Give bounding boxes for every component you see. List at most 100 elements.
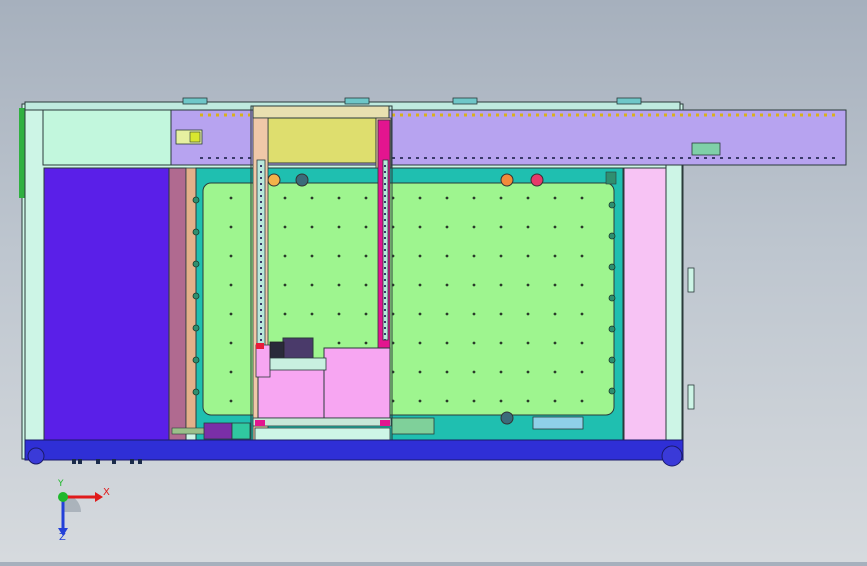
bed-hole (310, 254, 314, 258)
bed-hole (364, 312, 368, 316)
base-bolt (138, 459, 142, 464)
bed-hole (445, 196, 449, 200)
bed-hole (499, 312, 503, 316)
bed-screw (608, 294, 616, 302)
orientation-triad[interactable]: X Y Z (40, 479, 120, 550)
bed-hole (526, 225, 530, 229)
bed-hole (526, 283, 530, 287)
bed-hole (445, 341, 449, 345)
bed-hole (283, 254, 287, 258)
bed-hole (337, 196, 341, 200)
x-axis-motor-coupler (231, 422, 251, 440)
bed-hole (229, 283, 233, 287)
bed-screw (192, 260, 200, 268)
base-foot-right (661, 445, 683, 467)
bed-hole (445, 254, 449, 258)
bed-hole (445, 283, 449, 287)
bed-hole (553, 225, 557, 229)
base-bolt (96, 459, 100, 464)
bed-hole (310, 225, 314, 229)
bed-clamp-right-top (605, 171, 617, 185)
bed-hole (229, 225, 233, 229)
beam-sensor-left-inner (189, 131, 201, 143)
beam-sensor-right (691, 142, 721, 156)
bed-hole (310, 283, 314, 287)
triad-z-label: Z (59, 532, 66, 543)
bed-hole (283, 283, 287, 287)
carriage-top-cap (252, 105, 390, 119)
bed-hole (445, 399, 449, 403)
cad-viewport[interactable]: X Y Z (0, 0, 867, 562)
bed-bottom-roller (500, 411, 514, 425)
triad-y-label: Y (58, 479, 64, 489)
bed-screw (608, 201, 616, 209)
tool-head-side (323, 347, 391, 419)
x-axis-motor (203, 422, 233, 440)
top-block-3 (452, 97, 478, 105)
bed-hole (472, 312, 476, 316)
bed-hole (553, 283, 557, 287)
bed-hole (526, 399, 530, 403)
bed-hole (229, 341, 233, 345)
bed-screw (608, 263, 616, 271)
bed-screw (608, 356, 616, 364)
bed-screw (608, 387, 616, 395)
bed-hole (580, 254, 584, 258)
bed-hole (445, 225, 449, 229)
bed-screw (192, 196, 200, 204)
bed-hole (526, 312, 530, 316)
bed-hole (580, 196, 584, 200)
bed-hole (499, 225, 503, 229)
bed-hole (553, 341, 557, 345)
bed-hole (580, 341, 584, 345)
bed-hole (337, 283, 341, 287)
bed-hole (364, 341, 368, 345)
bed-hole (472, 370, 476, 374)
bed-hole (580, 370, 584, 374)
tool-head-plate (269, 357, 327, 371)
base-bolt (112, 459, 116, 464)
carriage-foot-right (380, 420, 390, 426)
triad-y-axis (58, 492, 68, 502)
bed-hole (337, 341, 341, 345)
bed-hole (364, 254, 368, 258)
bed-hole (526, 341, 530, 345)
bed-hole (580, 312, 584, 316)
bed-hole (229, 399, 233, 403)
bed-hole (472, 225, 476, 229)
bed-hole (472, 399, 476, 403)
bed-screw (608, 325, 616, 333)
bed-hole (418, 399, 422, 403)
bed-hole (418, 312, 422, 316)
bed-roller-1 (267, 173, 281, 187)
tool-head-bracket (255, 344, 271, 378)
bed-hole (499, 196, 503, 200)
bed-roller-2 (295, 173, 309, 187)
base-bolt (72, 459, 76, 464)
bed-hole (553, 254, 557, 258)
bed-roller-4 (530, 173, 544, 187)
bed-hole (472, 254, 476, 258)
bed-hole (283, 196, 287, 200)
bed-hole (364, 196, 368, 200)
bed-screw (192, 228, 200, 236)
top-block-2 (344, 97, 370, 105)
bed-screw (608, 232, 616, 240)
right-side-strip (665, 164, 683, 443)
bed-hole (553, 196, 557, 200)
right-handle-1 (687, 267, 695, 293)
left-column (43, 167, 170, 441)
triad-x-label: X (103, 487, 110, 498)
tool-head-red-tab (256, 343, 264, 349)
bed-hole (499, 254, 503, 258)
right-side-panel (623, 167, 667, 441)
bed-bottom-motor-bracket (391, 417, 435, 435)
bed-hole (310, 312, 314, 316)
bed-screw (192, 356, 200, 364)
bed-hole (229, 196, 233, 200)
bed-hole (337, 225, 341, 229)
bed-hole (499, 341, 503, 345)
bed-hole (418, 341, 422, 345)
left-column-bar (168, 167, 187, 441)
bed-screw (192, 388, 200, 396)
